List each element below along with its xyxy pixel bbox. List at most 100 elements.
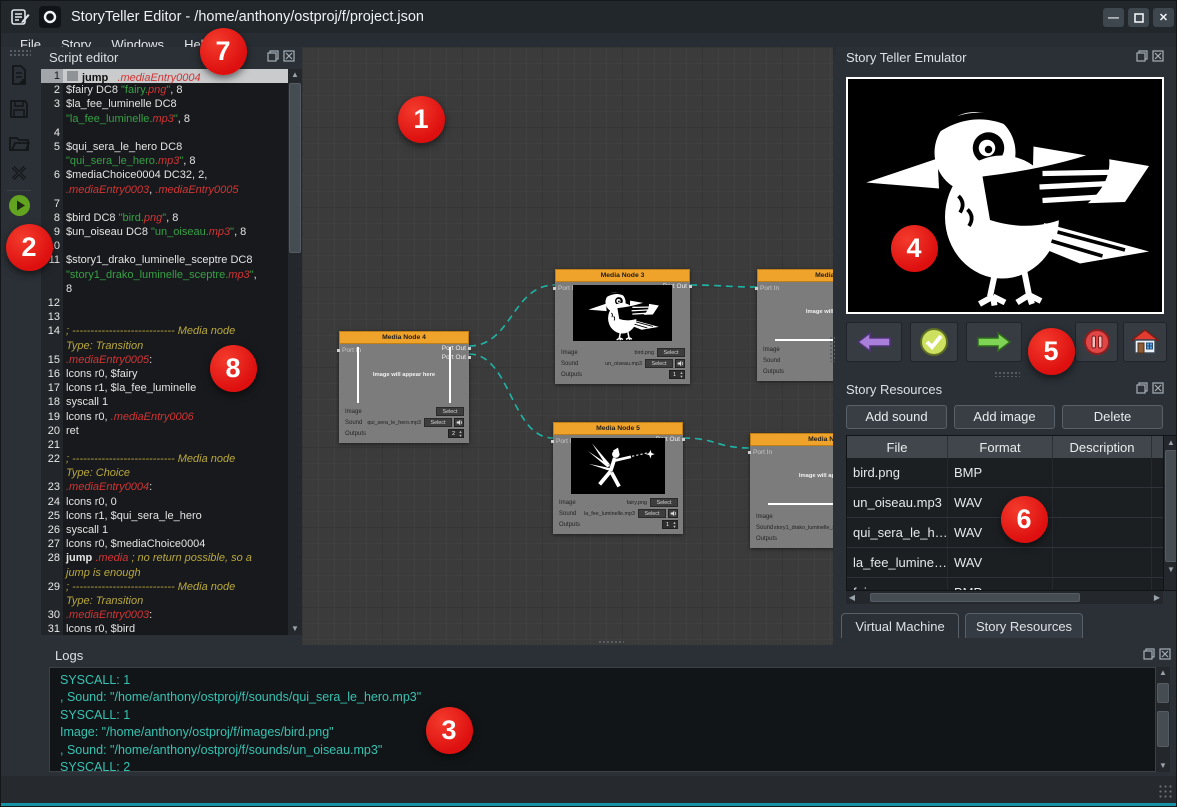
media-node-title[interactable]: Media Node 4 — [339, 331, 469, 344]
port-out-dot[interactable] — [689, 285, 692, 288]
code-line[interactable]: "story1_drako_luminelle_sceptre.mp3", — [41, 268, 288, 282]
code-line[interactable]: "la_fee_luminelle.mp3", 8 — [41, 112, 288, 126]
node-connection-wire[interactable] — [469, 285, 555, 346]
port-in-dot[interactable] — [337, 349, 340, 352]
media-node[interactable]: Media Node 4Port InPort OutPort OutImage… — [339, 331, 469, 443]
tab-story-resources[interactable]: Story Resources — [965, 613, 1083, 638]
float-panel-icon[interactable] — [267, 50, 279, 62]
canvas-right-splitter[interactable] — [829, 336, 835, 362]
spinner-arrows[interactable]: ▲▼ — [679, 371, 684, 378]
close-panel-icon[interactable] — [1159, 648, 1171, 660]
close-panel-icon[interactable] — [283, 50, 295, 62]
media-node-title[interactable]: Media Node 2 — [757, 269, 833, 282]
sound-select-button[interactable]: Select — [638, 509, 666, 518]
window-resize-grip[interactable] — [1158, 784, 1172, 798]
float-panel-icon[interactable] — [1136, 50, 1148, 62]
code-line[interactable]: 3$la_fee_luminelle DC8 — [41, 97, 288, 111]
table-row[interactable]: la_fee_lumine…WAV — [847, 548, 1172, 578]
spinner-arrows[interactable]: ▲▼ — [672, 521, 677, 528]
port-out-dot[interactable] — [682, 438, 685, 441]
code-line[interactable]: 6$mediaChoice0004 DC32, 2, — [41, 168, 288, 182]
code-line[interactable]: 29; ---------------------------- Media n… — [41, 580, 288, 594]
code-line[interactable]: 22; ---------------------------- Media n… — [41, 452, 288, 466]
maximize-button[interactable] — [1128, 8, 1149, 27]
close-project-icon[interactable] — [7, 161, 31, 185]
run-icon[interactable] — [7, 193, 31, 217]
media-node-title[interactable]: Media Node 3 — [555, 269, 690, 282]
code-line[interactable]: 18syscall 1 — [41, 395, 288, 409]
add-image-button[interactable]: Add image — [954, 405, 1055, 429]
code-line[interactable]: 21 — [41, 438, 288, 452]
code-line[interactable]: Type: Transition — [41, 339, 288, 353]
resources-table-vscrollbar[interactable]: ▲ ▼ — [1163, 435, 1177, 591]
code-line[interactable]: 20ret — [41, 424, 288, 438]
float-panel-icon[interactable] — [1143, 648, 1155, 660]
outputs-spinner[interactable]: 1▲▼ — [662, 520, 678, 529]
code-line[interactable]: 27lcons r0, $mediaChoice0004 — [41, 537, 288, 551]
node-graph-canvas[interactable]: Media Node 4Port InPort OutPort OutImage… — [302, 47, 833, 645]
float-panel-icon[interactable] — [1136, 382, 1148, 394]
sound-select-button[interactable]: Select — [424, 418, 452, 427]
code-line[interactable]: .mediaEntry0003, .mediaEntry0005 — [41, 183, 288, 197]
column-file[interactable]: File — [847, 436, 948, 458]
media-node-title[interactable]: Media Node 5 — [553, 422, 683, 435]
toolbar-drag-handle[interactable] — [9, 49, 31, 57]
emulator-home-button[interactable] — [1123, 322, 1167, 362]
speaker-icon[interactable] — [675, 359, 685, 368]
logs-scrollbar[interactable]: ▲ ▼ — [1156, 667, 1170, 772]
open-folder-icon[interactable] — [7, 131, 31, 155]
close-panel-icon[interactable] — [1152, 382, 1164, 394]
emulator-resources-splitter[interactable] — [994, 371, 1020, 377]
node-connection-wire[interactable] — [469, 354, 553, 438]
tab-virtual-machine[interactable]: Virtual Machine — [841, 613, 959, 638]
code-line[interactable]: 12 — [41, 296, 288, 310]
new-file-icon[interactable] — [7, 63, 31, 87]
resources-table-hscrollbar[interactable]: ◀▶ — [846, 591, 1163, 604]
image-select-button[interactable]: Select — [436, 407, 464, 416]
save-icon[interactable] — [7, 97, 31, 121]
code-line[interactable]: 19lcons r0, .mediaEntry0006 — [41, 410, 288, 424]
spinner-arrows[interactable]: ▲▼ — [458, 430, 463, 437]
close-panel-icon[interactable] — [1152, 50, 1164, 62]
code-line[interactable]: "qui_sera_le_hero.mp3", 8 — [41, 154, 288, 168]
port-in-dot[interactable] — [755, 287, 758, 290]
code-line[interactable]: Type: Transition — [41, 594, 288, 608]
outputs-spinner[interactable]: 2▲▼ — [448, 429, 464, 438]
media-node[interactable]: Media Node 6Port InImage will appear her… — [750, 433, 833, 548]
code-line[interactable]: 8$bird DC8 "bird.png", 8 — [41, 211, 288, 225]
code-line[interactable]: 13 — [41, 310, 288, 324]
image-select-button[interactable]: Select — [650, 498, 678, 507]
code-line[interactable]: 14; ---------------------------- Media n… — [41, 324, 288, 338]
code-line[interactable]: 30.mediaEntry0003: — [41, 608, 288, 622]
emulator-back-button[interactable] — [846, 322, 902, 362]
column-description[interactable]: Description — [1053, 436, 1152, 458]
code-line[interactable]: 25lcons r1, $qui_sera_le_hero — [41, 509, 288, 523]
media-node[interactable]: Media Node 3Port InPort OutImagebird.png… — [555, 269, 690, 384]
code-line[interactable]: 11$story1_drako_luminelle_sceptre DC8 — [41, 253, 288, 267]
code-line[interactable]: 2$fairy DC8 "fairy.png", 8 — [41, 83, 288, 97]
speaker-icon[interactable] — [454, 418, 464, 427]
speaker-icon[interactable] — [668, 509, 678, 518]
emulator-pause-button[interactable] — [1075, 322, 1118, 362]
title-bar[interactable]: StoryTeller Editor - /home/anthony/ostpr… — [1, 1, 1177, 33]
code-line[interactable]: 10 — [41, 239, 288, 253]
media-node[interactable]: Media Node 5Port InPort OutImagefairy.pn… — [553, 422, 683, 534]
code-line[interactable]: 1jump .mediaEntry0004 — [41, 69, 288, 83]
code-line[interactable]: 8 — [41, 282, 288, 296]
media-node[interactable]: Media Node 2Port InImage will appear her… — [757, 269, 833, 381]
emulator-ok-button[interactable] — [910, 322, 958, 362]
code-line[interactable]: 28jump .media ; no return possible, so a — [41, 551, 288, 565]
code-line[interactable]: jump is enough — [41, 566, 288, 580]
code-line[interactable]: 31lcons r0, $bird — [41, 622, 288, 635]
add-sound-button[interactable]: Add sound — [846, 405, 947, 429]
port-in-dot[interactable] — [748, 451, 751, 454]
code-line[interactable]: 23.mediaEntry0004: — [41, 480, 288, 494]
code-line[interactable]: 4 — [41, 126, 288, 140]
media-node-title[interactable]: Media Node 6 — [750, 433, 833, 446]
port-out-dot[interactable] — [468, 356, 471, 359]
image-select-button[interactable]: Select — [657, 348, 685, 357]
sound-select-button[interactable]: Select — [645, 359, 673, 368]
port-in-dot[interactable] — [553, 287, 556, 290]
emulator-forward-button[interactable] — [966, 322, 1022, 362]
outputs-spinner[interactable]: 1▲▼ — [669, 370, 685, 379]
